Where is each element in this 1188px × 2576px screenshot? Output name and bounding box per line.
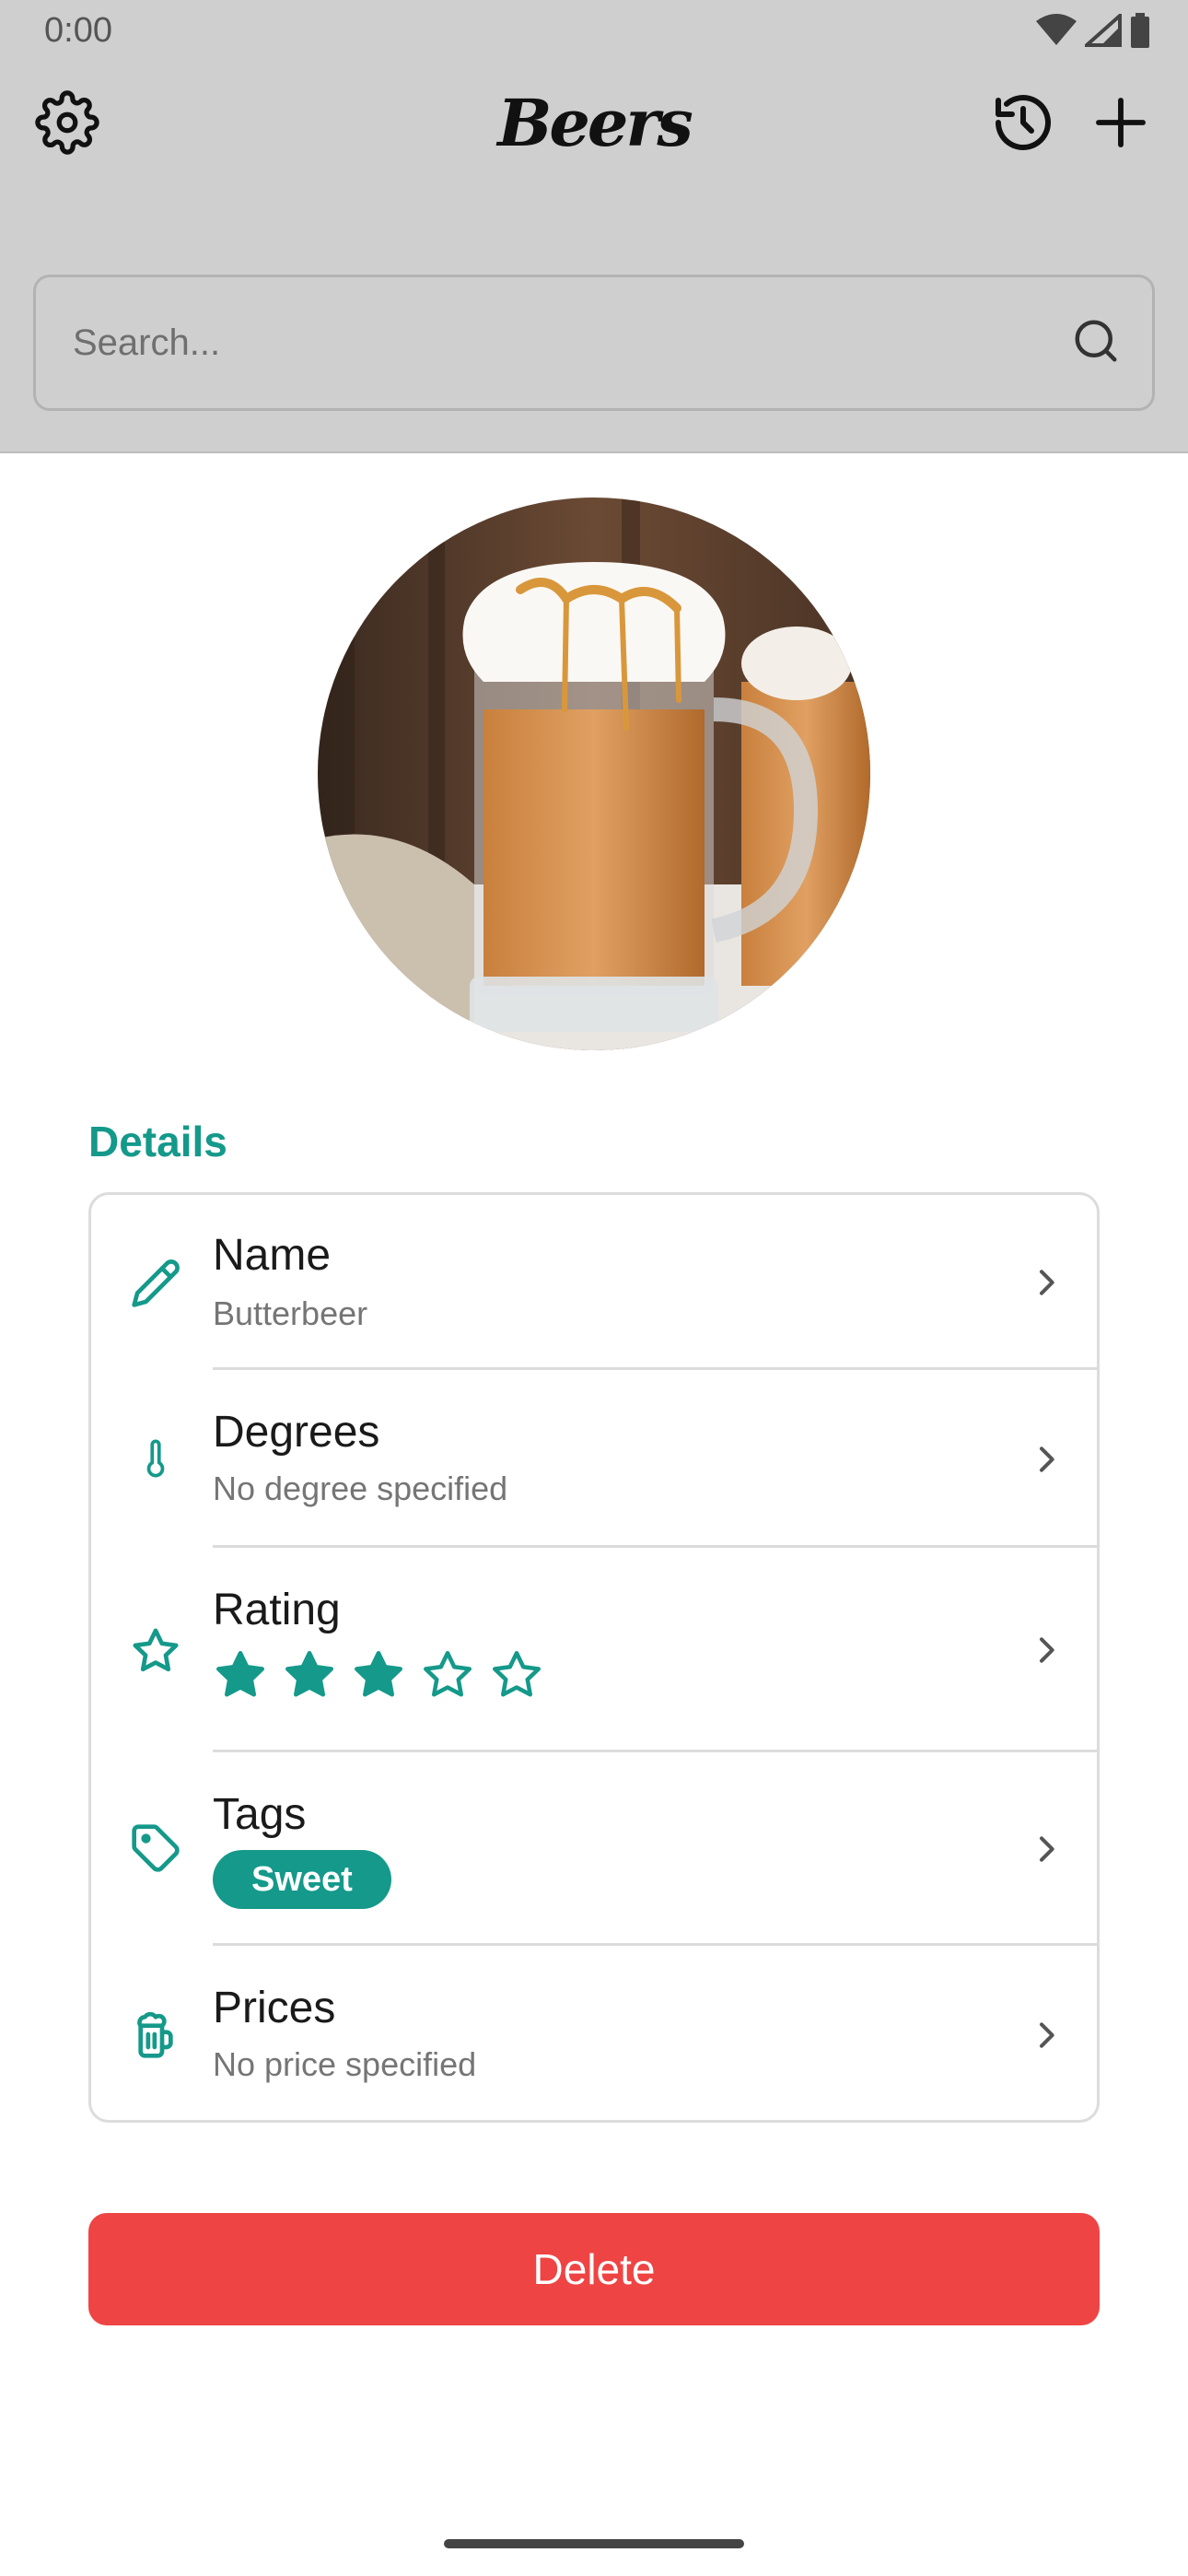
beer-mug-icon (128, 2007, 183, 2062)
star-empty-icon[interactable] (420, 1647, 475, 1703)
home-indicator[interactable] (444, 2539, 744, 2548)
top-app-area: 0:00 Beers (0, 0, 1188, 453)
add-beer-button[interactable] (1079, 83, 1162, 166)
tags-label: Tags (213, 1790, 307, 1839)
wifi-icon (1035, 14, 1077, 52)
tags-row[interactable]: Tags Sweet (91, 1752, 1097, 1946)
degrees-value: No degree specified (213, 1469, 508, 1507)
search-input[interactable] (73, 277, 1067, 408)
prices-label: Prices (213, 1984, 336, 2032)
search-box (33, 275, 1155, 411)
name-label: Name (213, 1231, 332, 1280)
battery-icon (1129, 13, 1151, 53)
pencil-icon (128, 1256, 183, 1311)
status-time: 0:00 (44, 11, 112, 50)
chevron-right-icon (1023, 2012, 1069, 2058)
signal-icon (1081, 11, 1122, 52)
rating-stars[interactable] (213, 1647, 544, 1703)
beer-photo[interactable] (318, 498, 870, 1050)
status-icons (1035, 11, 1151, 53)
history-button[interactable] (982, 83, 1065, 166)
chevron-right-icon (1023, 1436, 1069, 1482)
details-section-title: Details (88, 1118, 227, 1165)
plus-icon (1091, 93, 1150, 157)
search-button[interactable] (1058, 305, 1134, 381)
history-icon (990, 89, 1056, 160)
details-card: Name Butterbeer Degrees No degree specif… (88, 1192, 1100, 2123)
star-filled-icon[interactable] (351, 1647, 406, 1703)
name-row[interactable]: Name Butterbeer (91, 1195, 1097, 1370)
star-outline-icon (128, 1623, 183, 1679)
degrees-row[interactable]: Degrees No degree specified (91, 1370, 1097, 1548)
rating-label: Rating (213, 1586, 341, 1634)
search-icon (1071, 316, 1121, 370)
star-filled-icon[interactable] (282, 1647, 337, 1703)
prices-row[interactable]: Prices No price specified (91, 1946, 1097, 2123)
app-bar: Beers (0, 74, 1188, 175)
beer-mug-photo (318, 498, 870, 1050)
name-value: Butterbeer (213, 1294, 368, 1332)
tag-chip-sweet[interactable]: Sweet (213, 1850, 391, 1909)
chevron-right-icon (1023, 1259, 1069, 1306)
tag-icon (128, 1821, 183, 1876)
star-empty-icon[interactable] (489, 1647, 544, 1703)
chevron-right-icon (1023, 1627, 1069, 1673)
degrees-label: Degrees (213, 1408, 380, 1457)
chevron-right-icon (1023, 1826, 1069, 1872)
delete-button[interactable]: Delete (88, 2213, 1100, 2325)
status-bar: 0:00 (0, 0, 1188, 64)
thermometer-icon (128, 1431, 183, 1486)
rating-row[interactable]: Rating (91, 1548, 1097, 1752)
star-filled-icon[interactable] (213, 1647, 268, 1703)
prices-value: No price specified (213, 2045, 477, 2083)
